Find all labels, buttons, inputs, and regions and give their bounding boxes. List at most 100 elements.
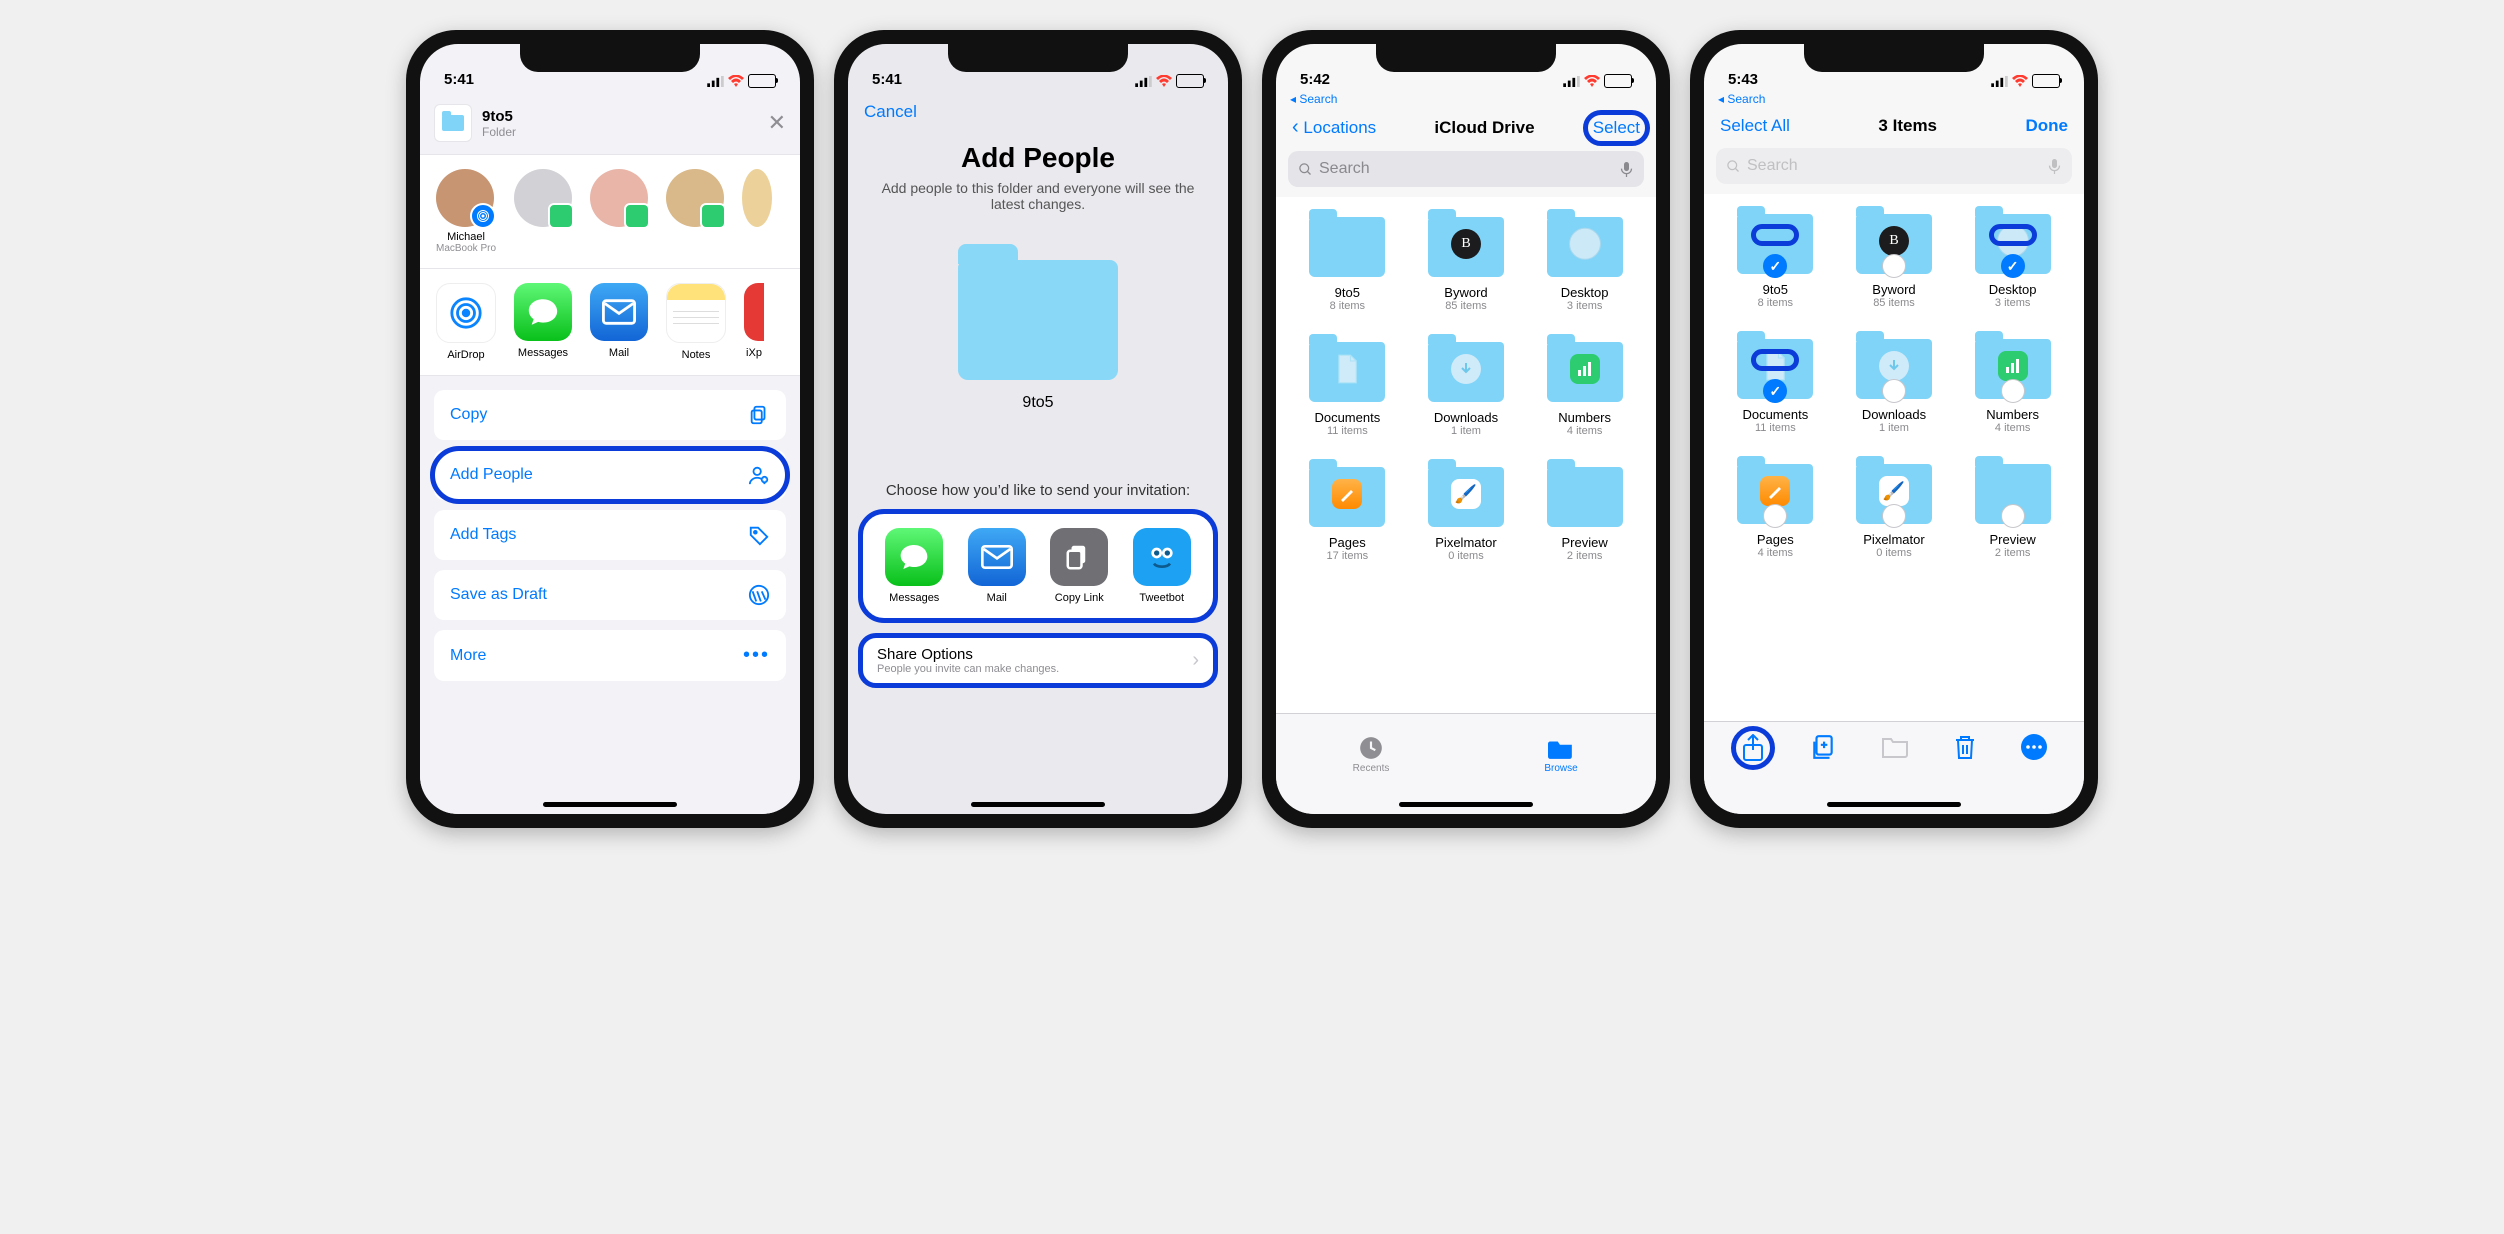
nav-bar: Select All 3 Items Done bbox=[1704, 108, 2084, 144]
action-more[interactable]: More ••• bbox=[434, 630, 786, 681]
selection-circle[interactable] bbox=[2001, 254, 2025, 278]
tab-recents[interactable]: Recents bbox=[1276, 714, 1466, 794]
action-add-tags[interactable]: Add Tags bbox=[434, 510, 786, 560]
contact-item[interactable] bbox=[742, 169, 772, 254]
folder-name: Pages bbox=[1725, 532, 1825, 547]
folder-icon bbox=[1548, 735, 1574, 761]
folder-item-count: 4 items bbox=[1725, 547, 1825, 559]
search-input[interactable]: Search bbox=[1288, 151, 1644, 187]
folder-item-count: 3 items bbox=[1963, 297, 2063, 309]
folder-item[interactable]: Downloads 1 item bbox=[1844, 339, 1944, 434]
done-button[interactable]: Done bbox=[2026, 116, 2069, 136]
folder-grid: 9to5 8 items B Byword 85 items Desktop 3… bbox=[1276, 197, 1656, 713]
selection-circle[interactable] bbox=[1763, 379, 1787, 403]
battery-icon bbox=[1604, 74, 1632, 88]
selection-circle[interactable] bbox=[2001, 504, 2025, 528]
folder-item-count: 3 items bbox=[1535, 300, 1635, 312]
invite-apps-row: Messages Mail Copy Link Tweetbot bbox=[858, 509, 1218, 623]
wifi-icon bbox=[1156, 75, 1172, 87]
invite-messages[interactable]: Messages bbox=[885, 528, 943, 604]
selection-circle[interactable] bbox=[1763, 504, 1787, 528]
share-sheet-header: 9to5 Folder ✕ bbox=[420, 92, 800, 155]
folder-item[interactable]: Documents 11 items bbox=[1725, 339, 1825, 434]
contact-item[interactable]: Michael MacBook Pro bbox=[436, 169, 496, 254]
search-icon bbox=[1298, 162, 1313, 177]
folder-item[interactable]: Numbers 4 items bbox=[1535, 342, 1635, 437]
folder-item[interactable]: Desktop 3 items bbox=[1963, 214, 2063, 309]
signal-icon bbox=[1563, 76, 1580, 87]
trash-icon[interactable] bbox=[1954, 734, 1976, 760]
folder-name: 9to5 bbox=[1725, 282, 1825, 297]
folder-item-count: 0 items bbox=[1416, 550, 1516, 562]
back-search-button[interactable]: ◂ Search bbox=[1704, 92, 2084, 108]
select-all-button[interactable]: Select All bbox=[1720, 116, 1790, 136]
actions-list: Copy Add People Add Tags Save as Draft M… bbox=[420, 376, 800, 814]
tab-browse[interactable]: Browse bbox=[1466, 714, 1656, 794]
folder-item[interactable]: Preview 2 items bbox=[1963, 464, 2063, 559]
folder-name: Desktop bbox=[1963, 282, 2063, 297]
invite-mail[interactable]: Mail bbox=[968, 528, 1026, 604]
folder-item[interactable]: 9to5 8 items bbox=[1297, 217, 1397, 312]
action-add-people[interactable]: Add People bbox=[434, 450, 786, 500]
invite-tweetbot[interactable]: Tweetbot bbox=[1133, 528, 1191, 604]
close-icon[interactable]: ✕ bbox=[768, 110, 786, 136]
selection-circle[interactable] bbox=[1763, 254, 1787, 278]
signal-icon bbox=[707, 76, 724, 87]
folder-item[interactable]: Downloads 1 item bbox=[1416, 342, 1516, 437]
folder-name: Preview bbox=[1535, 535, 1635, 550]
folder-name: Downloads bbox=[1844, 407, 1944, 422]
back-search-button[interactable]: ◂ Search bbox=[1276, 92, 1656, 108]
home-indicator bbox=[1399, 802, 1533, 807]
folder-item[interactable]: 🖌️ Pixelmator 0 items bbox=[1844, 464, 1944, 559]
mail-app[interactable]: Mail bbox=[590, 283, 648, 361]
duplicate-icon[interactable] bbox=[1810, 734, 1836, 760]
folder-item[interactable]: B Byword 85 items bbox=[1416, 217, 1516, 312]
move-icon[interactable] bbox=[1881, 734, 1909, 758]
folder-item[interactable]: Preview 2 items bbox=[1535, 467, 1635, 562]
folder-item-count: 2 items bbox=[1963, 547, 2063, 559]
action-copy[interactable]: Copy bbox=[434, 390, 786, 440]
folder-name: 9to5 bbox=[1297, 285, 1397, 300]
folder-item[interactable]: Numbers 4 items bbox=[1963, 339, 2063, 434]
mic-icon bbox=[2047, 159, 2062, 174]
mic-icon[interactable] bbox=[1619, 162, 1634, 177]
shared-item-name: 9to5 bbox=[482, 108, 516, 125]
contact-item[interactable] bbox=[590, 169, 648, 254]
phone-2: 5:41 Cancel Add People Add people to thi… bbox=[834, 30, 1242, 828]
contact-item[interactable] bbox=[666, 169, 724, 254]
cancel-button[interactable]: Cancel bbox=[848, 92, 1228, 122]
folder-item[interactable]: Documents 11 items bbox=[1297, 342, 1397, 437]
share-icon[interactable] bbox=[1741, 734, 1765, 762]
share-options-row[interactable]: Share Options People you invite can make… bbox=[858, 633, 1218, 688]
more-app[interactable]: iXp bbox=[744, 283, 764, 361]
folder-item[interactable]: 9to5 8 items bbox=[1725, 214, 1825, 309]
selection-circle[interactable] bbox=[1882, 504, 1906, 528]
invite-copy-link[interactable]: Copy Link bbox=[1050, 528, 1108, 604]
selection-toolbar bbox=[1704, 721, 2084, 814]
select-button[interactable]: Select bbox=[1593, 118, 1640, 137]
folder-item[interactable]: Pages 17 items bbox=[1297, 467, 1397, 562]
messages-app[interactable]: Messages bbox=[514, 283, 572, 361]
airdrop-app[interactable]: AirDrop bbox=[436, 283, 496, 361]
contact-item[interactable] bbox=[514, 169, 572, 254]
notes-app[interactable]: Notes bbox=[666, 283, 726, 361]
action-save-draft[interactable]: Save as Draft bbox=[434, 570, 786, 620]
copy-icon bbox=[748, 404, 770, 426]
folder-name: Documents bbox=[1725, 407, 1825, 422]
selection-circle[interactable] bbox=[2001, 379, 2025, 403]
selection-circle[interactable] bbox=[1882, 254, 1906, 278]
folder-item[interactable]: Pages 4 items bbox=[1725, 464, 1825, 559]
home-indicator bbox=[1827, 802, 1961, 807]
folder-item[interactable]: Desktop 3 items bbox=[1535, 217, 1635, 312]
nav-title: iCloud Drive bbox=[1434, 118, 1534, 138]
folder-preview-label: 9to5 bbox=[848, 394, 1228, 412]
wordpress-icon bbox=[748, 584, 770, 606]
folder-item-count: 85 items bbox=[1844, 297, 1944, 309]
shared-item-type: Folder bbox=[482, 125, 516, 139]
folder-item[interactable]: B Byword 85 items bbox=[1844, 214, 1944, 309]
back-locations-button[interactable]: ‹ Locations bbox=[1292, 116, 1376, 139]
selection-circle[interactable] bbox=[1882, 379, 1906, 403]
folder-name: Preview bbox=[1963, 532, 2063, 547]
more-icon[interactable] bbox=[2021, 734, 2047, 760]
folder-item[interactable]: 🖌️ Pixelmator 0 items bbox=[1416, 467, 1516, 562]
